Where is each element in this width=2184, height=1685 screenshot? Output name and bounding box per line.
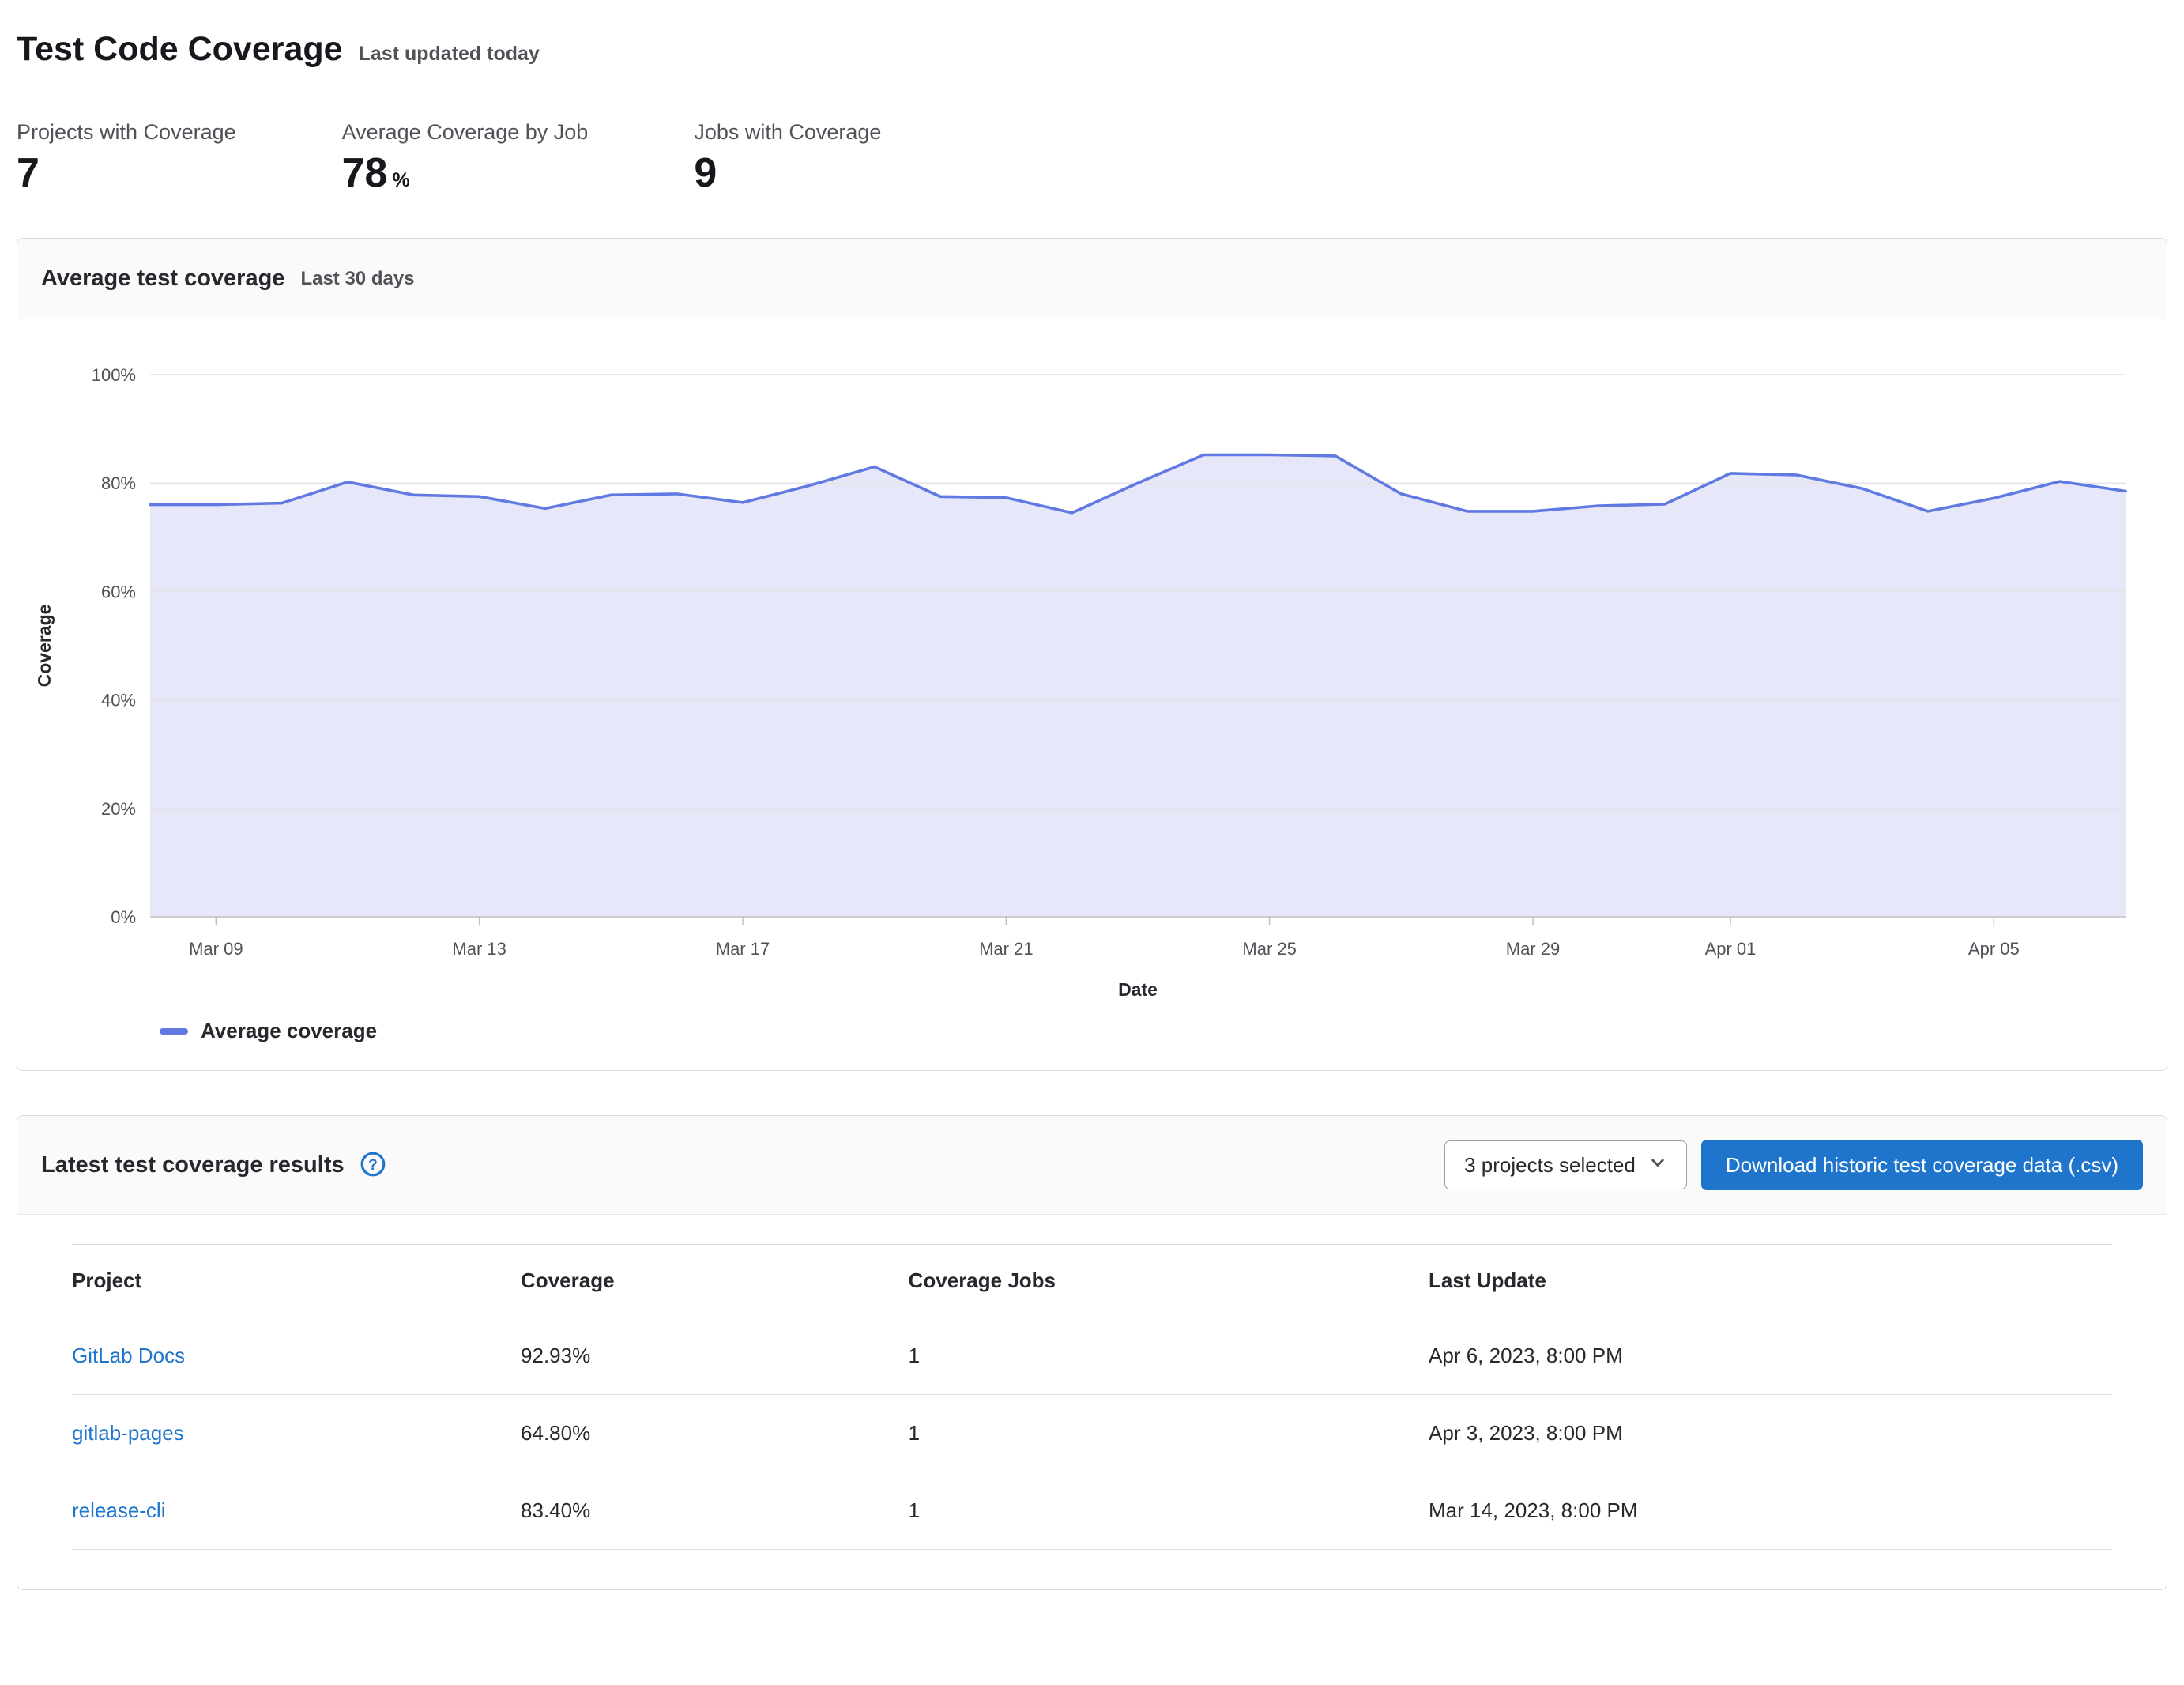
coverage-cell: 83.40%: [521, 1472, 909, 1550]
stat-label: Projects with Coverage: [17, 119, 236, 145]
stat-label: Average Coverage by Job: [342, 119, 589, 145]
stat-value-row: 7: [17, 153, 236, 194]
table-row: GitLab Docs 92.93% 1 Apr 6, 2023, 8:00 P…: [72, 1317, 2112, 1395]
chart-legend-item[interactable]: Average coverage: [160, 1019, 2160, 1043]
project-link[interactable]: GitLab Docs: [72, 1344, 185, 1367]
chart-card-subtitle: Last 30 days: [300, 268, 414, 290]
page-title: Test Code Coverage: [17, 30, 343, 69]
average-coverage-card: Average test coverage Last 30 days 0% 20%…: [17, 238, 2167, 1071]
coverage-results-table: Project Coverage Coverage Jobs Last Upda…: [72, 1244, 2112, 1550]
results-table-container: Project Coverage Coverage Jobs Last Upda…: [17, 1215, 2167, 1589]
latest-results-card: Latest test coverage results ? 3 project…: [17, 1115, 2167, 1590]
legend-line-swatch: [160, 1028, 188, 1035]
question-circle-icon: ?: [360, 1152, 386, 1179]
svg-text:?: ?: [368, 1157, 378, 1174]
last-updated-text: Last updated today: [359, 43, 540, 66]
test-code-coverage-page: Test Code Coverage Last updated today Pr…: [0, 0, 2184, 1590]
coverage-jobs-cell: 1: [909, 1472, 1429, 1550]
projects-select-dropdown[interactable]: 3 projects selected: [1444, 1140, 1687, 1189]
coverage-cell: 92.93%: [521, 1317, 909, 1395]
results-header-left: Latest test coverage results ?: [41, 1148, 389, 1182]
page-header: Test Code Coverage Last updated today: [17, 30, 2167, 69]
coverage-jobs-cell: 1: [909, 1317, 1429, 1395]
svg-text:100%: 100%: [92, 365, 136, 385]
stat-jobs-with-coverage: Jobs with Coverage 9: [694, 119, 881, 194]
average-coverage-chart: 0% 20% 40% 60% 80% 100% Mar 09 Mar 13 Mar 17 Mar …: [24, 341, 2160, 1019]
summary-stats: Projects with Coverage 7 Average Coverag…: [17, 119, 2167, 194]
svg-text:40%: 40%: [101, 691, 136, 711]
results-header-right: 3 projects selected Download historic te…: [1444, 1140, 2143, 1190]
svg-text:Mar 09: Mar 09: [189, 939, 243, 959]
help-button[interactable]: ?: [357, 1148, 389, 1182]
svg-text:20%: 20%: [101, 799, 136, 819]
last-update-cell: Mar 14, 2023, 8:00 PM: [1429, 1472, 2112, 1550]
svg-text:Mar 29: Mar 29: [1506, 939, 1560, 959]
coverage-cell: 64.80%: [521, 1395, 909, 1472]
last-update-cell: Apr 6, 2023, 8:00 PM: [1429, 1317, 2112, 1395]
results-card-title: Latest test coverage results: [41, 1152, 345, 1178]
svg-text:Apr 01: Apr 01: [1705, 939, 1757, 959]
table-row: gitlab-pages 64.80% 1 Apr 3, 2023, 8:00 …: [72, 1395, 2112, 1472]
project-cell: GitLab Docs: [72, 1317, 521, 1395]
column-header-last-update: Last Update: [1429, 1245, 2112, 1317]
project-cell: gitlab-pages: [72, 1395, 521, 1472]
projects-select-label: 3 projects selected: [1464, 1153, 1636, 1178]
project-link[interactable]: release-cli: [72, 1498, 166, 1522]
chart-card-header: Average test coverage Last 30 days: [17, 239, 2167, 319]
stat-suffix: %: [392, 169, 409, 192]
chart-card-title: Average test coverage: [41, 266, 284, 292]
stat-value: 9: [694, 153, 717, 194]
svg-text:Mar 25: Mar 25: [1242, 939, 1296, 959]
table-row: release-cli 83.40% 1 Mar 14, 2023, 8:00 …: [72, 1472, 2112, 1550]
results-card-header: Latest test coverage results ? 3 project…: [17, 1116, 2167, 1215]
svg-text:Mar 17: Mar 17: [716, 939, 770, 959]
project-cell: release-cli: [72, 1472, 521, 1550]
legend-label: Average coverage: [201, 1019, 377, 1043]
column-header-project: Project: [72, 1245, 521, 1317]
column-header-coverage: Coverage: [521, 1245, 909, 1317]
stat-value: 7: [17, 153, 40, 194]
svg-text:Apr 05: Apr 05: [1968, 939, 2020, 959]
svg-text:Mar 21: Mar 21: [979, 939, 1033, 959]
chevron-down-icon: [1648, 1153, 1667, 1178]
svg-text:Coverage: Coverage: [34, 605, 55, 688]
stat-value-row: 9: [694, 153, 881, 194]
stat-value: 78: [342, 153, 388, 194]
stat-label: Jobs with Coverage: [694, 119, 881, 145]
svg-text:80%: 80%: [101, 474, 136, 494]
svg-text:0%: 0%: [111, 907, 136, 927]
table-header-row: Project Coverage Coverage Jobs Last Upda…: [72, 1245, 2112, 1317]
svg-text:Mar 13: Mar 13: [452, 939, 506, 959]
last-update-cell: Apr 3, 2023, 8:00 PM: [1429, 1395, 2112, 1472]
coverage-jobs-cell: 1: [909, 1395, 1429, 1472]
stat-projects-with-coverage: Projects with Coverage 7: [17, 119, 236, 194]
project-link[interactable]: gitlab-pages: [72, 1421, 184, 1445]
column-header-coverage-jobs: Coverage Jobs: [909, 1245, 1429, 1317]
svg-text:Date: Date: [1118, 979, 1158, 1000]
chart-card-body: 0% 20% 40% 60% 80% 100% Mar 09 Mar 13 Mar 17 Mar …: [17, 319, 2167, 1070]
download-csv-button[interactable]: Download historic test coverage data (.c…: [1701, 1140, 2143, 1190]
stat-value-row: 78 %: [342, 153, 589, 194]
svg-text:60%: 60%: [101, 582, 136, 602]
stat-average-coverage-by-job: Average Coverage by Job 78 %: [342, 119, 589, 194]
